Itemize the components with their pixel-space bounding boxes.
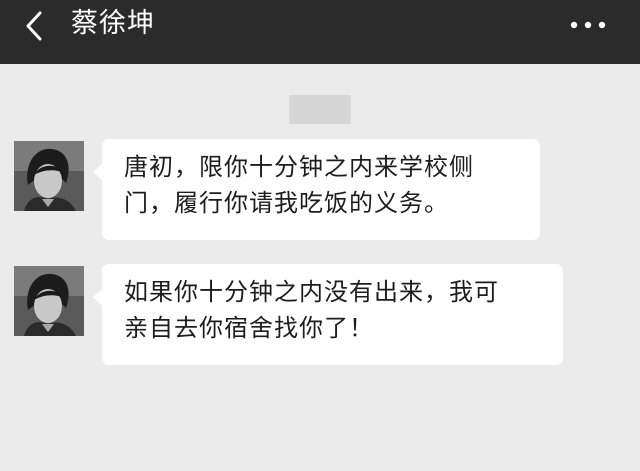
- chat-title: 蔡徐坤: [71, 8, 155, 39]
- more-button[interactable]: [568, 10, 608, 40]
- avatar-photo-icon: [14, 141, 84, 211]
- message-text-line: 门，履行你请我吃饭的义务。: [124, 189, 449, 217]
- avatar-photo-icon: [14, 266, 84, 336]
- avatar[interactable]: [14, 266, 84, 336]
- back-button[interactable]: [18, 8, 54, 44]
- message-bubble[interactable]: 如果你十分钟之内没有出来，我可 亲自去你宿舍找你了！: [93, 264, 563, 365]
- chat-header: 蔡徐坤: [0, 0, 640, 64]
- message-text-line: 如果你十分钟之内没有出来，我可: [124, 278, 499, 306]
- message-text-line: 亲自去你宿舍找你了！: [124, 314, 374, 342]
- more-dots-icon: [570, 21, 606, 29]
- chevron-left-icon: [26, 11, 42, 41]
- avatar[interactable]: [14, 141, 84, 211]
- message-bubble[interactable]: 唐初，限你十分钟之内来学校侧 门，履行你请我吃饭的义务。: [93, 139, 540, 240]
- message-text-line: 唐初，限你十分钟之内来学校侧: [124, 153, 474, 181]
- timestamp-pill: [289, 95, 351, 124]
